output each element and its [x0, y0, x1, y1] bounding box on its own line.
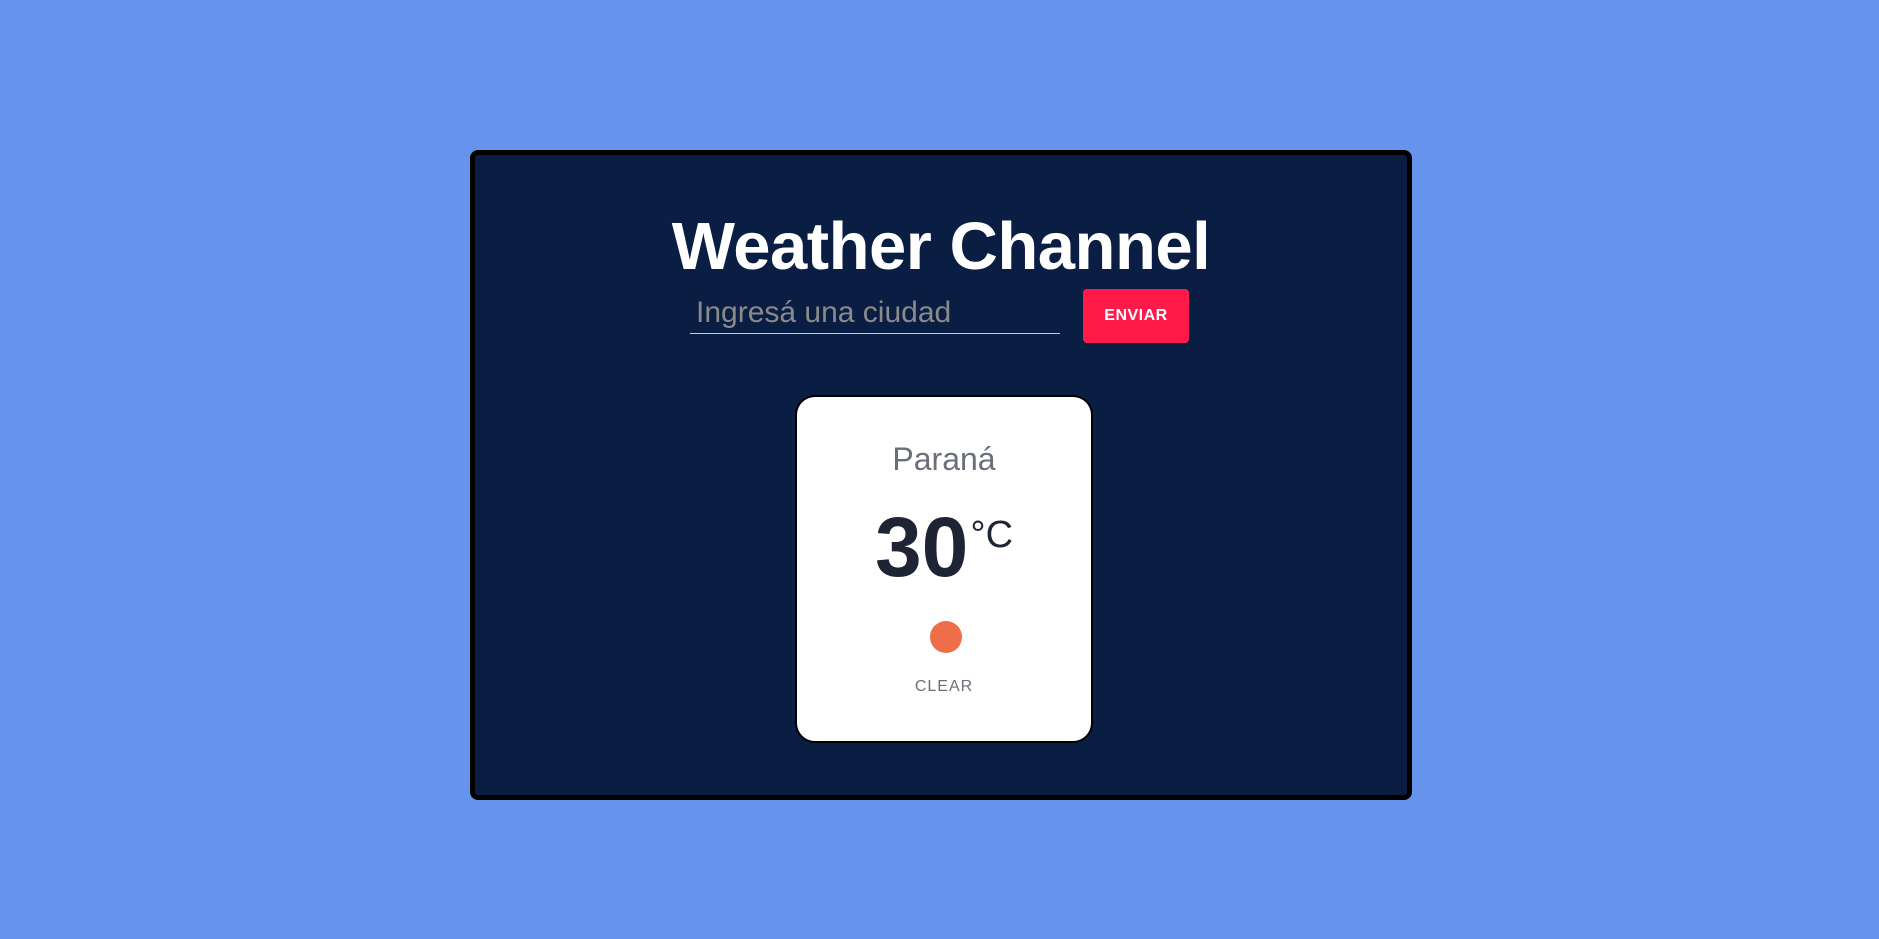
clear-sun-icon [930, 621, 962, 653]
send-button[interactable]: ENVIAR [1083, 289, 1189, 343]
temperature-value: 30 [874, 500, 969, 594]
weather-card: Paraná 30°C CLEAR [795, 395, 1093, 743]
app-title: Weather Channel [671, 209, 1211, 284]
city-search-input[interactable] [690, 292, 1060, 334]
temperature-display: 30°C [797, 505, 1091, 589]
city-name: Paraná [892, 441, 996, 477]
weather-condition-label: CLEAR [914, 678, 974, 695]
weather-app-panel: Weather Channel ENVIAR Paraná 30°C CLEAR [470, 150, 1412, 800]
temperature-unit: °C [970, 514, 1014, 556]
